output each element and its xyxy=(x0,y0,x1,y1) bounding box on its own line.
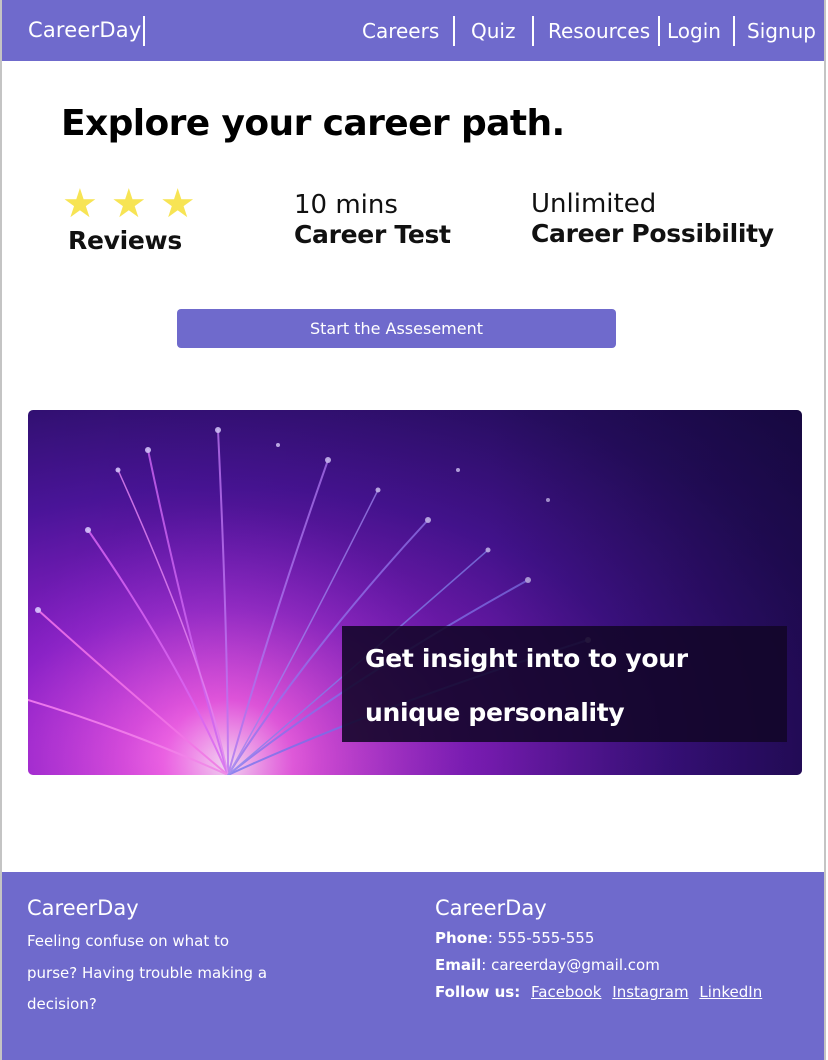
footer-phone: Phone: 555-555-555 xyxy=(435,929,594,947)
nav-divider xyxy=(532,16,534,46)
footer-email-label: Email xyxy=(435,956,482,974)
start-assessment-button[interactable]: Start the Assesement xyxy=(177,309,616,348)
footer-email-value: : careerday@gmail.com xyxy=(481,956,660,974)
stat-career-possibility-value: Unlimited xyxy=(531,189,657,219)
brand-logo[interactable]: CareerDay xyxy=(28,18,141,42)
footer-brand-left: CareerDay xyxy=(27,896,139,920)
footer-link-instagram[interactable]: Instagram xyxy=(612,983,688,1001)
footer-email: Email: careerday@gmail.com xyxy=(435,956,660,974)
review-stars: ★ ★ ★ xyxy=(62,184,196,224)
footer-phone-label: Phone xyxy=(435,929,488,947)
banner-caption-box: Get insight into to your unique personal… xyxy=(342,626,787,742)
stat-career-possibility: Unlimited Career Possibility xyxy=(531,189,774,248)
footer-follow-label: Follow us: xyxy=(435,983,521,1001)
banner-caption: Get insight into to your unique personal… xyxy=(365,644,688,727)
stat-career-test: 10 mins Career Test xyxy=(294,190,451,249)
stat-reviews: Reviews xyxy=(68,226,182,255)
star-icon: ★ xyxy=(62,181,98,227)
hero-title: Explore your career path. xyxy=(61,103,565,144)
nav-link-login[interactable]: Login xyxy=(667,19,721,43)
stat-career-possibility-label: Career Possibility xyxy=(531,219,774,248)
hero-banner-image: Get insight into to your unique personal… xyxy=(28,410,802,775)
nav-divider xyxy=(453,16,455,46)
nav-divider xyxy=(658,16,660,46)
footer: CareerDay Feeling confuse on what to pur… xyxy=(2,872,826,1060)
nav-divider xyxy=(143,16,145,46)
nav-link-careers[interactable]: Careers xyxy=(362,19,439,43)
star-icon: ★ xyxy=(159,181,196,227)
nav-link-resources[interactable]: Resources xyxy=(548,19,650,43)
nav-link-quiz[interactable]: Quiz xyxy=(471,19,515,43)
stat-career-test-label: Career Test xyxy=(294,220,451,249)
footer-follow: Follow us: Facebook Instagram LinkedIn xyxy=(435,983,762,1001)
stat-reviews-label: Reviews xyxy=(68,226,182,255)
footer-link-facebook[interactable]: Facebook xyxy=(531,983,601,1001)
nav-divider xyxy=(733,16,735,46)
footer-link-linkedin[interactable]: LinkedIn xyxy=(699,983,762,1001)
nav-link-signup[interactable]: Signup xyxy=(747,19,816,43)
star-icon: ★ xyxy=(110,181,147,227)
footer-tagline: Feeling confuse on what to purse? Having… xyxy=(27,932,268,1013)
footer-brand-right: CareerDay xyxy=(435,896,547,920)
top-navbar: CareerDay Careers Quiz Resources Login S… xyxy=(2,0,826,61)
footer-phone-value: : 555-555-555 xyxy=(487,929,595,947)
stat-career-test-value: 10 mins xyxy=(294,190,398,220)
